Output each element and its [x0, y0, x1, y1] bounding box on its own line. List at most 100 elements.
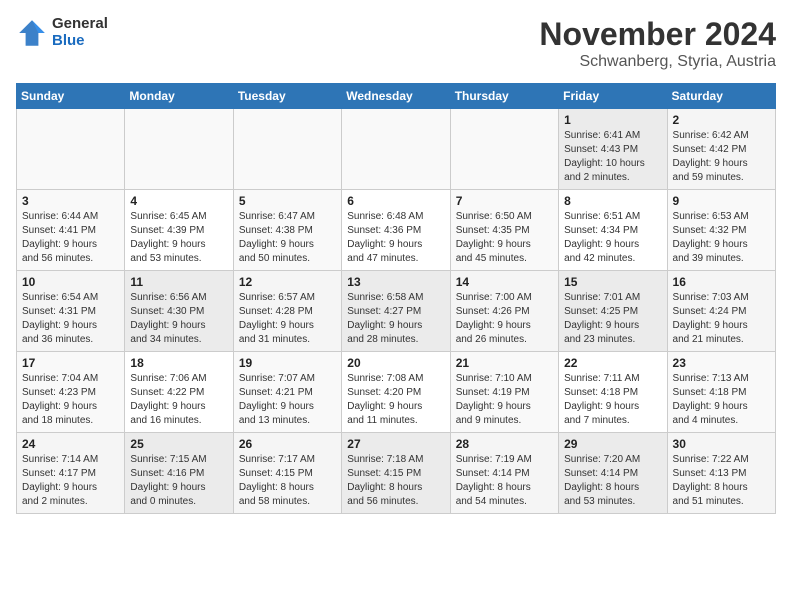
weekday-header-thursday: Thursday — [450, 84, 558, 109]
main-title: November 2024 — [539, 16, 776, 53]
day-info: Sunrise: 6:56 AM Sunset: 4:30 PM Dayligh… — [130, 291, 227, 347]
calendar-cell: 1 Sunrise: 6:41 AM Sunset: 4:43 PM Daylig… — [559, 109, 667, 190]
day-number: 6 — [347, 194, 444, 208]
weekday-header-tuesday: Tuesday — [233, 84, 341, 109]
weekday-header-monday: Monday — [125, 84, 233, 109]
day-number: 9 — [673, 194, 770, 208]
day-info: Sunrise: 7:14 AM Sunset: 4:17 PM Dayligh… — [22, 453, 119, 509]
calendar-cell: 16 Sunrise: 7:03 AM Sunset: 4:24 PM Dayli… — [667, 271, 775, 352]
calendar-cell: 14Sunrise: 7:00 AM Sunset: 4:26 PM Dayli… — [450, 271, 558, 352]
calendar-cell: 24Sunrise: 7:14 AM Sunset: 4:17 PM Dayli… — [17, 433, 125, 514]
day-info: Sunrise: 6:42 AM Sunset: 4:42 PM Dayligh… — [673, 129, 770, 185]
calendar-cell: 26 Sunrise: 7:17 AM Sunset: 4:15 PM Dayli… — [233, 433, 341, 514]
day-number: 19 — [239, 356, 336, 370]
day-info: Sunrise: 7:10 AM Sunset: 4:19 PM Dayligh… — [456, 372, 553, 428]
calendar-cell: 15 Sunrise: 7:01 AM Sunset: 4:25 PM Dayli… — [559, 271, 667, 352]
calendar-cell: 12 Sunrise: 6:57 AM Sunset: 4:28 PM Dayli… — [233, 271, 341, 352]
day-info: Sunrise: 6:54 AM Sunset: 4:31 PM Dayligh… — [22, 291, 119, 347]
day-info: Sunrise: 7:07 AM Sunset: 4:21 PM Dayligh… — [239, 372, 336, 428]
day-number: 8 — [564, 194, 661, 208]
calendar-week-row: 3Sunrise: 6:44 AM Sunset: 4:41 PM Daylig… — [17, 190, 776, 271]
day-number: 15 — [564, 275, 661, 289]
calendar-week-row: 17 Sunrise: 7:04 AM Sunset: 4:23 PM Dayli… — [17, 352, 776, 433]
day-number: 29 — [564, 437, 661, 451]
calendar-cell: 7 Sunrise: 6:50 AM Sunset: 4:35 PM Daylig… — [450, 190, 558, 271]
day-number: 23 — [673, 356, 770, 370]
calendar-cell: 10 Sunrise: 6:54 AM Sunset: 4:31 PM Dayli… — [17, 271, 125, 352]
day-number: 21 — [456, 356, 553, 370]
day-info: Sunrise: 6:48 AM Sunset: 4:36 PM Dayligh… — [347, 210, 444, 266]
calendar-cell — [17, 109, 125, 190]
day-info: Sunrise: 7:03 AM Sunset: 4:24 PM Dayligh… — [673, 291, 770, 347]
calendar-cell: 30 Sunrise: 7:22 AM Sunset: 4:13 PM Dayli… — [667, 433, 775, 514]
calendar-week-row: 1 Sunrise: 6:41 AM Sunset: 4:43 PM Daylig… — [17, 109, 776, 190]
calendar-table: SundayMondayTuesdayWednesdayThursdayFrid… — [16, 83, 776, 514]
day-info: Sunrise: 7:04 AM Sunset: 4:23 PM Dayligh… — [22, 372, 119, 428]
day-number: 20 — [347, 356, 444, 370]
calendar-cell — [450, 109, 558, 190]
day-number: 17 — [22, 356, 119, 370]
calendar-cell: 5 Sunrise: 6:47 AM Sunset: 4:38 PM Daylig… — [233, 190, 341, 271]
calendar-cell: 11Sunrise: 6:56 AM Sunset: 4:30 PM Dayli… — [125, 271, 233, 352]
subtitle: Schwanberg, Styria, Austria — [539, 53, 776, 71]
day-number: 16 — [673, 275, 770, 289]
weekday-header-saturday: Saturday — [667, 84, 775, 109]
header: General Blue November 2024 Schwanberg, S… — [16, 16, 776, 71]
day-number: 12 — [239, 275, 336, 289]
day-number: 30 — [673, 437, 770, 451]
day-info: Sunrise: 6:53 AM Sunset: 4:32 PM Dayligh… — [673, 210, 770, 266]
day-info: Sunrise: 7:13 AM Sunset: 4:18 PM Dayligh… — [673, 372, 770, 428]
logo-general: General — [52, 16, 108, 33]
day-number: 27 — [347, 437, 444, 451]
day-info: Sunrise: 7:11 AM Sunset: 4:18 PM Dayligh… — [564, 372, 661, 428]
day-number: 25 — [130, 437, 227, 451]
weekday-header-row: SundayMondayTuesdayWednesdayThursdayFrid… — [17, 84, 776, 109]
day-number: 14 — [456, 275, 553, 289]
day-number: 28 — [456, 437, 553, 451]
calendar-cell: 13Sunrise: 6:58 AM Sunset: 4:27 PM Dayli… — [342, 271, 450, 352]
calendar-cell: 19 Sunrise: 7:07 AM Sunset: 4:21 PM Dayli… — [233, 352, 341, 433]
day-number: 10 — [22, 275, 119, 289]
day-number: 26 — [239, 437, 336, 451]
day-info: Sunrise: 7:17 AM Sunset: 4:15 PM Dayligh… — [239, 453, 336, 509]
logo-blue: Blue — [52, 33, 108, 50]
calendar-cell — [125, 109, 233, 190]
logo: General Blue — [16, 16, 108, 49]
calendar-cell: 22 Sunrise: 7:11 AM Sunset: 4:18 PM Dayli… — [559, 352, 667, 433]
calendar-cell: 21 Sunrise: 7:10 AM Sunset: 4:19 PM Dayli… — [450, 352, 558, 433]
calendar-week-row: 24Sunrise: 7:14 AM Sunset: 4:17 PM Dayli… — [17, 433, 776, 514]
day-number: 7 — [456, 194, 553, 208]
calendar-cell — [342, 109, 450, 190]
day-info: Sunrise: 7:22 AM Sunset: 4:13 PM Dayligh… — [673, 453, 770, 509]
day-number: 1 — [564, 113, 661, 127]
weekday-header-wednesday: Wednesday — [342, 84, 450, 109]
calendar-cell: 6 Sunrise: 6:48 AM Sunset: 4:36 PM Daylig… — [342, 190, 450, 271]
weekday-header-friday: Friday — [559, 84, 667, 109]
calendar-cell: 17 Sunrise: 7:04 AM Sunset: 4:23 PM Dayli… — [17, 352, 125, 433]
calendar-cell: 29Sunrise: 7:20 AM Sunset: 4:14 PM Dayli… — [559, 433, 667, 514]
calendar-cell: 3Sunrise: 6:44 AM Sunset: 4:41 PM Daylig… — [17, 190, 125, 271]
day-number: 5 — [239, 194, 336, 208]
day-info: Sunrise: 7:06 AM Sunset: 4:22 PM Dayligh… — [130, 372, 227, 428]
day-number: 4 — [130, 194, 227, 208]
calendar-cell — [233, 109, 341, 190]
day-info: Sunrise: 6:57 AM Sunset: 4:28 PM Dayligh… — [239, 291, 336, 347]
calendar-cell: 18Sunrise: 7:06 AM Sunset: 4:22 PM Dayli… — [125, 352, 233, 433]
day-number: 2 — [673, 113, 770, 127]
day-number: 13 — [347, 275, 444, 289]
title-area: November 2024 Schwanberg, Styria, Austri… — [539, 16, 776, 71]
day-number: 22 — [564, 356, 661, 370]
day-number: 3 — [22, 194, 119, 208]
day-info: Sunrise: 7:01 AM Sunset: 4:25 PM Dayligh… — [564, 291, 661, 347]
calendar-cell: 23 Sunrise: 7:13 AM Sunset: 4:18 PM Dayli… — [667, 352, 775, 433]
logo-text: General Blue — [52, 16, 108, 49]
day-info: Sunrise: 6:50 AM Sunset: 4:35 PM Dayligh… — [456, 210, 553, 266]
day-info: Sunrise: 6:45 AM Sunset: 4:39 PM Dayligh… — [130, 210, 227, 266]
logo-icon — [16, 17, 48, 49]
calendar-cell: 20Sunrise: 7:08 AM Sunset: 4:20 PM Dayli… — [342, 352, 450, 433]
calendar-cell: 8Sunrise: 6:51 AM Sunset: 4:34 PM Daylig… — [559, 190, 667, 271]
day-info: Sunrise: 6:47 AM Sunset: 4:38 PM Dayligh… — [239, 210, 336, 266]
calendar-cell: 2 Sunrise: 6:42 AM Sunset: 4:42 PM Daylig… — [667, 109, 775, 190]
day-info: Sunrise: 6:41 AM Sunset: 4:43 PM Dayligh… — [564, 129, 661, 185]
calendar-cell: 9 Sunrise: 6:53 AM Sunset: 4:32 PM Daylig… — [667, 190, 775, 271]
